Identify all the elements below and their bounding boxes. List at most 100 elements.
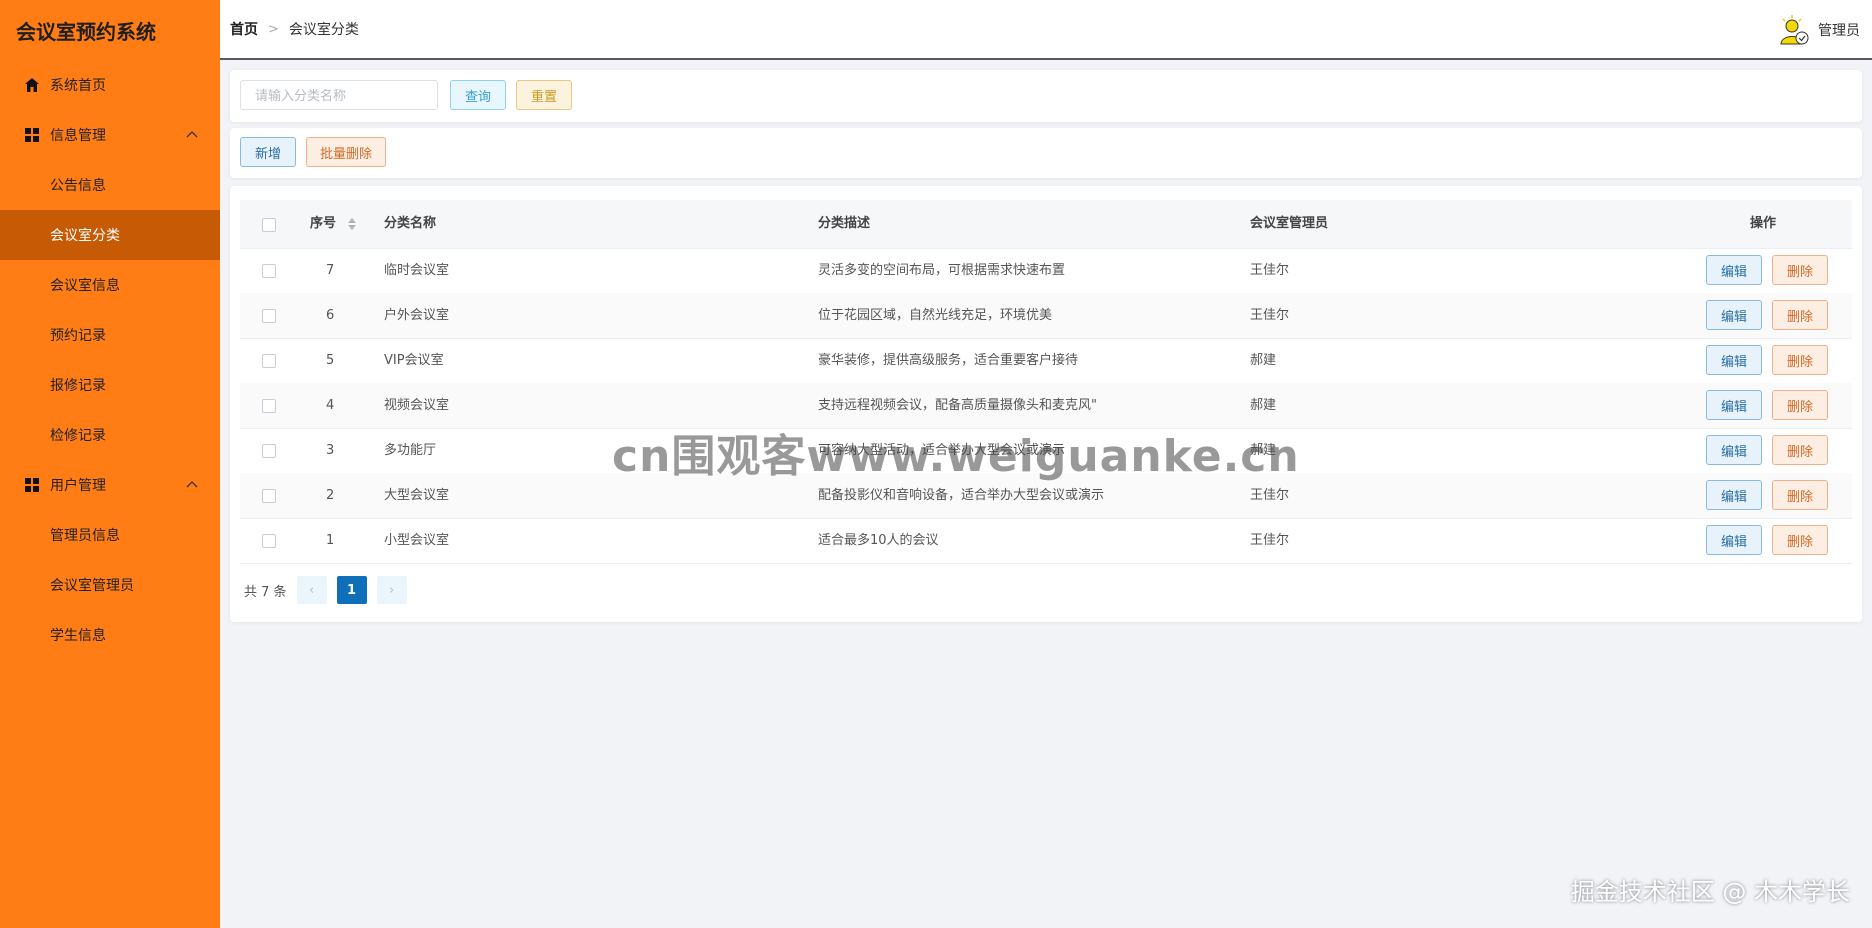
sidebar-item-label: 信息管理 <box>50 128 106 144</box>
delete-button[interactable]: 删除 <box>1772 390 1828 420</box>
edit-button[interactable]: 编辑 <box>1706 390 1762 420</box>
delete-button[interactable]: 删除 <box>1772 525 1828 555</box>
row-checkbox[interactable] <box>262 309 276 323</box>
total-count: 共 7 条 <box>244 584 287 600</box>
avatar <box>1780 15 1809 45</box>
sidebar-item-repairs[interactable]: 报修记录 <box>0 360 220 410</box>
delete-button[interactable]: 删除 <box>1772 435 1828 465</box>
row-checkbox[interactable] <box>262 534 276 548</box>
cell-id: 2 <box>326 488 335 503</box>
breadcrumb: 首页 > 会议室分类 <box>230 19 359 39</box>
sidebar-item-inspections[interactable]: 检修记录 <box>0 410 220 460</box>
column-header-manager: 会议室管理员 <box>1250 216 1329 231</box>
row-checkbox[interactable] <box>262 264 276 278</box>
cell-manager: 王佳尔 <box>1250 308 1290 323</box>
sidebar-item-notice[interactable]: 公告信息 <box>0 160 220 210</box>
table-row: 5 VIP会议室 豪华装修，提供高级服务，适合重要客户接待 郝建 编辑 删除 <box>240 338 1852 384</box>
sidebar-item-reservations[interactable]: 预约记录 <box>0 310 220 360</box>
action-bar: 新增 批量删除 <box>230 128 1862 178</box>
sort-icon[interactable] <box>347 217 357 231</box>
delete-button[interactable]: 删除 <box>1772 300 1828 330</box>
delete-button[interactable]: 删除 <box>1772 345 1828 375</box>
cell-desc: 适合最多10人的会议 <box>818 533 939 548</box>
add-button[interactable]: 新增 <box>240 137 296 167</box>
edit-button[interactable]: 编辑 <box>1706 345 1762 375</box>
row-checkbox[interactable] <box>262 399 276 413</box>
cell-manager: 郝建 <box>1250 353 1277 368</box>
sidebar-item-room-managers[interactable]: 会议室管理员 <box>0 560 220 610</box>
edit-button[interactable]: 编辑 <box>1706 480 1762 510</box>
chevron-up-icon <box>186 131 198 138</box>
sidebar-item-label: 学生信息 <box>50 628 106 644</box>
sidebar-item-label: 系统首页 <box>50 78 106 94</box>
home-icon <box>25 78 39 92</box>
table-row: 6 户外会议室 位于花园区域，自然光线充足，环境优美 王佳尔 编辑 删除 <box>240 293 1852 339</box>
sidebar-group-info[interactable]: 信息管理 <box>0 110 220 160</box>
user-name: 管理员 <box>1818 23 1860 39</box>
cell-manager: 王佳尔 <box>1250 533 1290 548</box>
sidebar: 会议室预约系统 系统首页 信息管理 公告信息 会议室分类 会议室信息 预约记录 … <box>0 0 220 928</box>
prev-page-button[interactable]: ‹ <box>296 576 327 604</box>
top-header: 首页 > 会议室分类 管理员 <box>220 0 1872 60</box>
column-header-name: 分类名称 <box>384 216 437 231</box>
sidebar-item-home[interactable]: 系统首页 <box>0 60 220 110</box>
query-button[interactable]: 查询 <box>450 80 506 110</box>
breadcrumb-current: 会议室分类 <box>288 22 359 38</box>
sidebar-item-label: 会议室分类 <box>50 228 120 244</box>
sidebar-item-room-info[interactable]: 会议室信息 <box>0 260 220 310</box>
breadcrumb-home[interactable]: 首页 <box>230 19 258 39</box>
grid-icon <box>25 478 39 492</box>
sidebar-item-label: 报修记录 <box>50 378 106 394</box>
sidebar-item-students[interactable]: 学生信息 <box>0 610 220 660</box>
cell-id: 7 <box>326 263 335 278</box>
edit-button[interactable]: 编辑 <box>1706 255 1762 285</box>
row-checkbox[interactable] <box>262 489 276 503</box>
sidebar-item-label: 会议室管理员 <box>50 578 134 594</box>
row-checkbox[interactable] <box>262 444 276 458</box>
row-checkbox[interactable] <box>262 354 276 368</box>
page-number[interactable]: 1 <box>336 576 367 604</box>
next-page-button[interactable]: › <box>376 576 407 604</box>
cell-name: 小型会议室 <box>384 533 450 548</box>
edit-button[interactable]: 编辑 <box>1706 435 1762 465</box>
sidebar-item-room-category[interactable]: 会议室分类 <box>0 210 220 260</box>
cell-desc: 豪华装修，提供高级服务，适合重要客户接待 <box>818 353 1079 368</box>
table-row: 7 临时会议室 灵活多变的空间布局，可根据需求快速布置 王佳尔 编辑 删除 <box>240 248 1852 294</box>
sidebar-group-users[interactable]: 用户管理 <box>0 460 220 510</box>
batch-delete-button[interactable]: 批量删除 <box>306 137 386 167</box>
breadcrumb-separator-icon: > <box>268 21 279 37</box>
sidebar-item-label: 会议室信息 <box>50 278 120 294</box>
chevron-up-icon <box>186 481 198 488</box>
delete-button[interactable]: 删除 <box>1772 255 1828 285</box>
delete-button[interactable]: 删除 <box>1772 480 1828 510</box>
table-header: 序号 分类名称 分类描述 会议室管理员 操作 <box>240 200 1852 249</box>
cell-name: 户外会议室 <box>384 308 450 323</box>
edit-button[interactable]: 编辑 <box>1706 300 1762 330</box>
cell-desc: 灵活多变的空间布局，可根据需求快速布置 <box>818 263 1066 278</box>
cell-desc: 位于花园区域，自然光线充足，环境优美 <box>818 308 1053 323</box>
user-menu[interactable]: 管理员 <box>1778 14 1860 46</box>
cell-name: 多功能厅 <box>384 443 437 458</box>
edit-button[interactable]: 编辑 <box>1706 525 1762 555</box>
pagination: 共 7 条 ‹ 1 › <box>244 576 407 604</box>
cell-id: 4 <box>326 398 335 413</box>
column-header-actions: 操作 <box>1750 216 1777 231</box>
app-title: 会议室预约系统 <box>16 19 156 44</box>
corner-watermark: 掘金技术社区 @ 木木学长 <box>1570 878 1850 906</box>
cell-id: 3 <box>326 443 335 458</box>
watermark-text: cn围观客www.weiguanke.cn <box>612 431 1300 482</box>
category-search-input[interactable] <box>240 80 438 110</box>
cell-name: 大型会议室 <box>384 488 450 503</box>
sidebar-item-label: 预约记录 <box>50 328 106 344</box>
select-all-checkbox[interactable] <box>262 218 276 232</box>
cell-name: VIP会议室 <box>384 353 444 368</box>
sidebar-item-label: 公告信息 <box>50 178 106 194</box>
category-table: 序号 分类名称 分类描述 会议室管理员 操作 7 临时会议室 灵活多变的空间布局，可… <box>230 186 1862 622</box>
cell-id: 1 <box>326 533 335 548</box>
reset-button[interactable]: 重置 <box>516 80 572 110</box>
sidebar-item-label: 检修记录 <box>50 428 106 444</box>
column-header-id[interactable]: 序号 <box>310 200 357 248</box>
cell-id: 6 <box>326 308 335 323</box>
cell-manager: 王佳尔 <box>1250 263 1290 278</box>
sidebar-item-admins[interactable]: 管理员信息 <box>0 510 220 560</box>
